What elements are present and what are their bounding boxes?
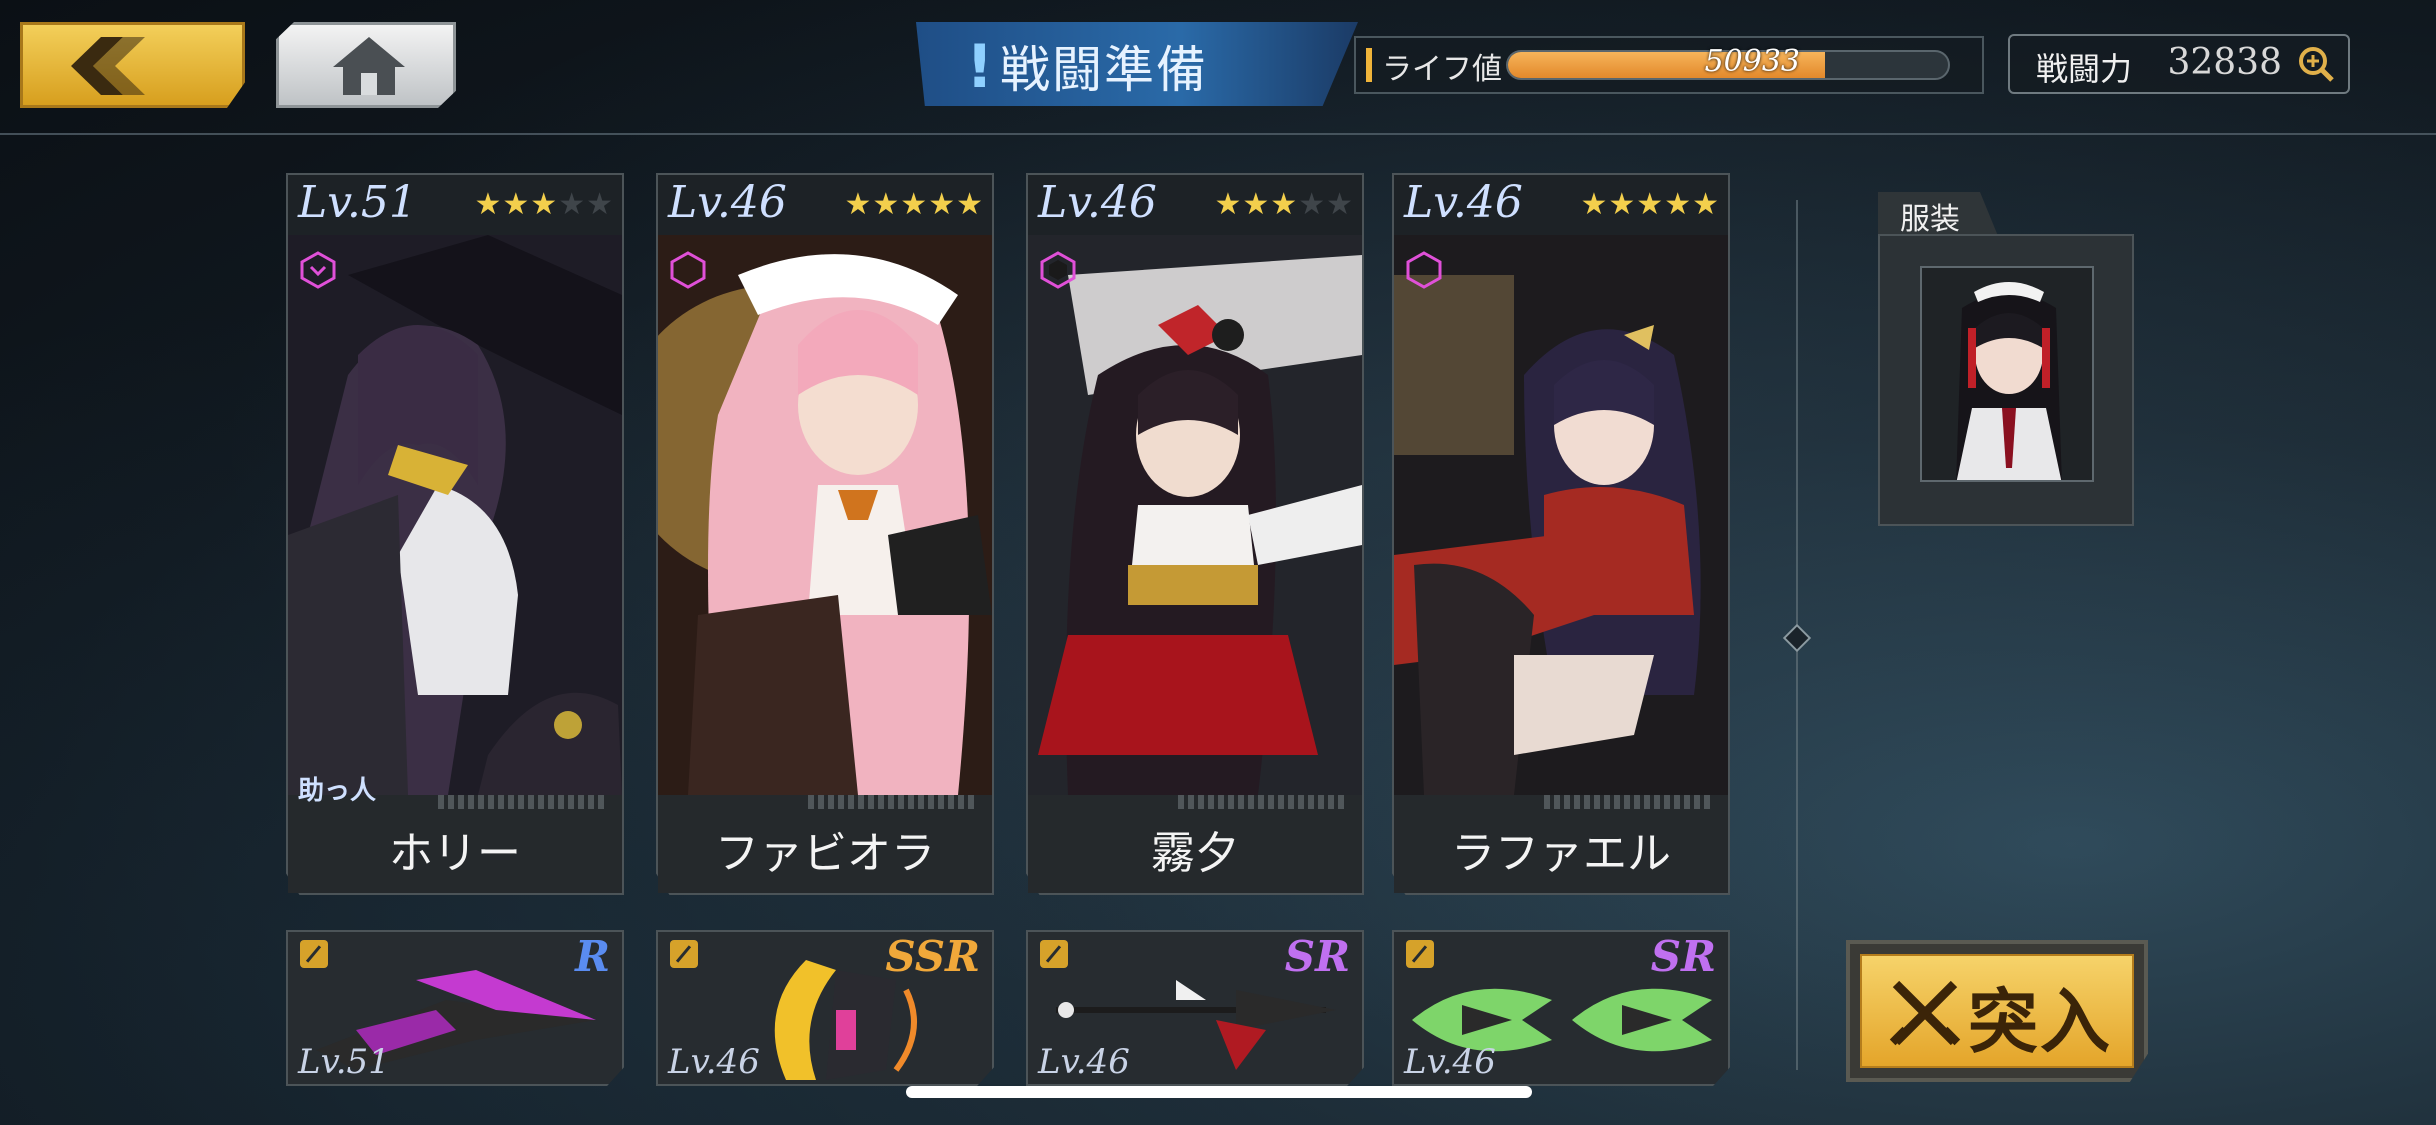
character-portrait [658,235,992,795]
home-button[interactable] [276,22,456,108]
divider-diamond [1782,623,1812,653]
star-filled-icon: ★ [1692,187,1720,222]
character-name: ファビオラ [715,828,935,879]
star-filled-icon: ★ [928,187,957,222]
power-label: 戦闘力 [2036,50,2133,88]
weapon-type-icon [300,940,328,968]
character-card-kiriyu[interactable]: Lv.46 ★★★★★ 霧夕 [1026,173,1364,895]
weapon-level: Lv.46 [1404,1042,1496,1082]
star-filled-icon: ★ [900,187,929,222]
character-portrait [288,235,622,795]
back-button[interactable] [20,22,245,108]
character-portrait [1028,235,1362,795]
star-empty-icon: ★ [558,187,587,222]
life-value: 50933 [1704,44,1800,79]
weapon-level: Lv.46 [1038,1042,1130,1082]
weapon-type-icon [670,940,698,968]
weapon-level: Lv.46 [668,1042,760,1082]
weapon-slot-4[interactable]: SR Lv.46 [1392,930,1730,1086]
weapon-slot-1[interactable]: R Lv.51 [286,930,624,1086]
weapon-slot-3[interactable]: SR Lv.46 [1026,930,1364,1086]
charge-label: 突入 [1968,980,2112,1063]
star-filled-icon: ★ [530,187,559,222]
character-card-holly[interactable]: Lv.51 ★★★★★ 助っ人 ホリー [286,173,624,895]
weapon-level: Lv.51 [298,1042,390,1082]
weapon-type-icon [1040,940,1068,968]
star-filled-icon: ★ [956,187,984,222]
character-portrait [1394,235,1728,795]
character-level: Lv.46 [668,177,787,228]
star-filled-icon: ★ [1242,187,1271,222]
character-card-raphael[interactable]: Lv.46 ★★★★★ ラファエル [1392,173,1730,895]
star-rating: ★★★★★ [1580,187,1720,222]
title-mark: ! [966,32,994,102]
character-name: ラファエル [1451,828,1671,879]
helper-label: 助っ人 [298,776,377,806]
star-filled-icon: ★ [1664,187,1693,222]
character-name: 霧夕 [1151,828,1239,879]
name-decoration [808,795,978,809]
star-empty-icon: ★ [586,187,614,222]
name-decoration [1544,795,1714,809]
hexagon-element-icon [1406,251,1442,289]
home-icon [333,37,405,95]
name-decoration [438,795,608,809]
hexagon-element-icon [1040,251,1076,289]
star-empty-icon: ★ [1298,187,1327,222]
star-filled-icon: ★ [1214,187,1243,222]
life-marker [1366,48,1372,82]
back-arrow-icon [71,37,145,95]
life-label: ライフ値 [1382,52,1502,87]
star-rating: ★★★★★ [1214,187,1354,222]
outfit-label: 服装 [1900,202,1960,237]
weapon-rarity: R [575,932,610,981]
home-indicator-bar[interactable] [906,1086,1532,1098]
character-level: Lv.46 [1404,177,1523,228]
star-filled-icon: ★ [844,187,873,222]
star-filled-icon: ★ [502,187,531,222]
star-rating: ★★★★★ [844,187,984,222]
weapon-rarity: SR [1284,932,1350,981]
star-filled-icon: ★ [474,187,503,222]
character-level: Lv.51 [298,177,417,228]
star-empty-icon: ★ [1326,187,1354,222]
star-rating: ★★★★★ [474,187,614,222]
character-name: ホリー [389,828,521,879]
hexagon-element-icon [670,251,706,289]
star-filled-icon: ★ [1580,187,1609,222]
header-divider [0,133,2436,135]
star-filled-icon: ★ [1270,187,1299,222]
weapon-rarity: SSR [885,932,980,981]
power-value: 32838 [2167,42,2282,83]
outfit-portrait[interactable] [1920,266,2094,482]
weapon-rarity: SR [1650,932,1716,981]
page-title: 戦闘準備 [1000,41,1208,99]
star-filled-icon: ★ [1636,187,1665,222]
character-card-fabiola[interactable]: Lv.46 ★★★★★ ファビオラ [656,173,994,895]
crossed-swords-icon [1889,980,1961,1046]
weapon-type-icon [1406,940,1434,968]
star-filled-icon: ★ [1608,187,1637,222]
hexagon-element-icon [300,251,336,289]
star-filled-icon: ★ [872,187,901,222]
magnify-plus-icon[interactable] [2296,44,2336,84]
character-level: Lv.46 [1038,177,1157,228]
weapon-slot-2[interactable]: SSR Lv.46 [656,930,994,1086]
name-decoration [1178,795,1348,809]
